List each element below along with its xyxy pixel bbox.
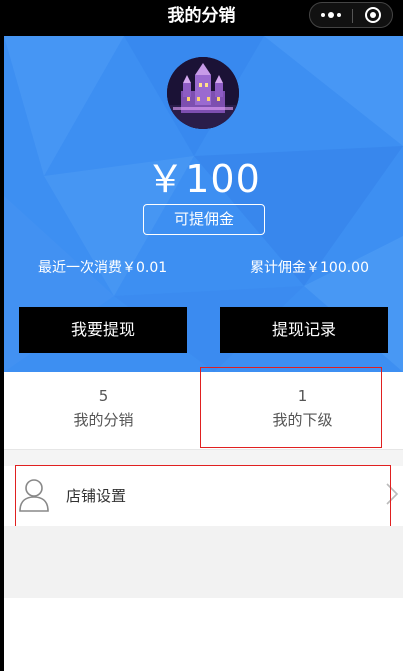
more-dots-icon bbox=[321, 12, 341, 18]
bottom-area bbox=[4, 598, 403, 671]
tab-my-distribution[interactable]: 5 我的分销 bbox=[4, 372, 203, 450]
tab-count: 5 bbox=[98, 387, 109, 405]
close-button[interactable] bbox=[352, 3, 394, 27]
page: 我的分销 ￥100 可提佣金 最近一次消费￥0.01 累计佣金￥100.00 我… bbox=[0, 0, 403, 671]
distribution-tabs: 5 我的分销 1 我的下级 bbox=[4, 372, 403, 450]
more-button[interactable] bbox=[310, 3, 352, 27]
shop-settings-label: 店铺设置 bbox=[66, 487, 127, 505]
tab-my-subordinates[interactable]: 1 我的下级 bbox=[203, 372, 402, 450]
nav-bar: 我的分销 bbox=[0, 0, 403, 36]
avatar[interactable] bbox=[167, 57, 239, 129]
recent-spend-text: 最近一次消费￥0.01 bbox=[38, 260, 168, 276]
withdraw-records-button[interactable]: 提现记录 bbox=[220, 307, 388, 353]
castle-avatar-image bbox=[167, 57, 239, 129]
mini-program-capsule bbox=[309, 2, 393, 28]
withdraw-button[interactable]: 我要提现 bbox=[19, 307, 187, 353]
content: ￥100 可提佣金 最近一次消费￥0.01 累计佣金￥100.00 我要提现 提… bbox=[4, 36, 403, 671]
chevron-right-icon bbox=[386, 483, 399, 505]
commission-amount: ￥100 bbox=[146, 157, 261, 201]
target-circle-icon bbox=[365, 7, 381, 23]
tab-label: 我的分销 bbox=[73, 411, 134, 429]
total-commission-text: 累计佣金￥100.00 bbox=[250, 260, 369, 276]
empty-area bbox=[4, 526, 403, 598]
tab-label: 我的下级 bbox=[272, 411, 333, 429]
tab-count: 1 bbox=[297, 387, 308, 405]
shop-settings-item[interactable]: 店铺设置 bbox=[4, 466, 403, 526]
withdrawable-commission-button[interactable]: 可提佣金 bbox=[143, 204, 265, 235]
commission-header: ￥100 可提佣金 最近一次消费￥0.01 累计佣金￥100.00 我要提现 提… bbox=[4, 36, 403, 372]
user-outline-icon bbox=[19, 479, 49, 512]
